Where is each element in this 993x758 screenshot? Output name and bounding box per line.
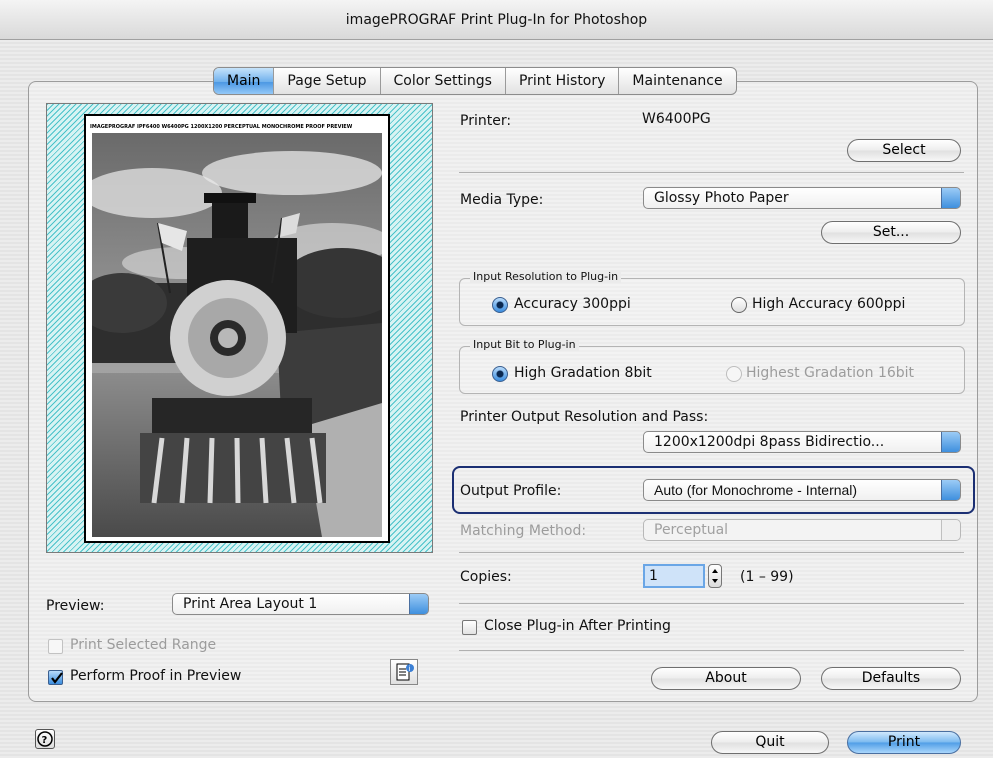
input-bit-group-label: Input Bit to Plug-in [470,338,579,351]
matching-method-label: Matching Method: [460,523,587,539]
preview-label: Preview: [46,598,105,614]
divider [459,552,964,553]
tab-bar: Main Page Setup Color Settings Print His… [213,67,737,95]
output-resolution-select[interactable]: 1200x1200dpi 8pass Bidirectio... [643,431,961,453]
copies-label: Copies: [460,569,512,585]
copies-stepper[interactable] [708,564,722,588]
high-accuracy-600-label: High Accuracy 600ppi [752,296,906,312]
output-resolution-value: 1200x1200dpi 8pass Bidirectio... [654,434,885,450]
matching-method-value: Perceptual [654,522,729,538]
tab-page-setup[interactable]: Page Setup [274,68,381,94]
print-selected-range-checkbox[interactable] [48,639,63,654]
popup-arrows-icon [941,432,960,452]
high-accuracy-600-radio[interactable] [731,297,747,313]
popup-arrows-icon [941,188,960,208]
checkmark-icon [51,672,63,684]
print-selected-range-label: Print Selected Range [70,637,217,653]
select-printer-button[interactable]: Select [847,139,961,162]
output-resolution-label: Printer Output Resolution and Pass: [460,409,709,425]
defaults-button[interactable]: Defaults [821,667,961,690]
plugin-window: imagePROGRAF Print Plug-In for Photoshop… [0,0,993,758]
highest-gradation-16bit-radio[interactable] [726,366,742,382]
stepper-arrows-icon [712,569,718,583]
accuracy-300-label: Accuracy 300ppi [514,296,631,312]
about-button[interactable]: About [651,667,801,690]
media-type-label: Media Type: [460,192,544,208]
help-icon: ? [37,731,53,747]
help-button[interactable]: ? [35,729,55,749]
output-profile-label: Output Profile: [460,483,562,499]
high-gradation-8bit-radio[interactable] [492,366,508,382]
high-gradation-8bit-label: High Gradation 8bit [514,365,652,381]
highest-gradation-16bit-label: Highest Gradation 16bit [746,365,915,381]
tab-print-history[interactable]: Print History [506,68,620,94]
print-button[interactable]: Print [847,731,961,754]
input-resolution-group-label: Input Resolution to Plug-in [470,270,622,283]
close-after-printing-checkbox[interactable] [462,620,477,635]
window-title: imagePROGRAF Print Plug-In for Photoshop [0,0,993,40]
perform-proof-checkbox[interactable] [48,670,63,685]
tab-color-settings[interactable]: Color Settings [381,68,506,94]
accuracy-300-radio[interactable] [492,297,508,313]
output-profile-select[interactable]: Auto (for Monochrome - Internal) [643,479,961,501]
divider [459,603,964,604]
preview-photo-locomotive [92,133,382,537]
popup-arrows-icon [941,520,960,540]
preview-layout-value: Print Area Layout 1 [183,596,318,612]
popup-arrows-icon [409,594,428,614]
printer-name: W6400PG [642,111,711,127]
tab-main[interactable]: Main [214,68,275,94]
preview-info-button[interactable]: i [390,659,418,685]
matching-method-select[interactable]: Perceptual [643,519,961,541]
media-type-value: Glossy Photo Paper [654,190,789,206]
document-info-icon: i [396,663,414,681]
printer-label: Printer: [460,113,512,129]
media-type-select[interactable]: Glossy Photo Paper [643,187,961,209]
divider [459,172,964,173]
quit-button[interactable]: Quit [711,731,829,754]
perform-proof-label: Perform Proof in Preview [70,668,242,684]
svg-text:i: i [409,665,411,673]
popup-arrows-icon [941,480,960,500]
copies-input[interactable]: 1 [643,564,705,588]
copies-range: (1 – 99) [740,569,794,585]
output-profile-value: Auto (for Monochrome - Internal) [654,482,858,498]
svg-text:?: ? [42,735,48,746]
preview-layout-select[interactable]: Print Area Layout 1 [172,593,429,615]
preview-header-text: IMAGEPROGRAF IPF6400 W6400PG 1200X1200 P… [90,124,353,130]
media-set-button[interactable]: Set... [821,221,961,244]
close-after-printing-label: Close Plug-in After Printing [484,618,671,634]
tab-maintenance[interactable]: Maintenance [619,68,735,94]
divider [459,650,964,651]
